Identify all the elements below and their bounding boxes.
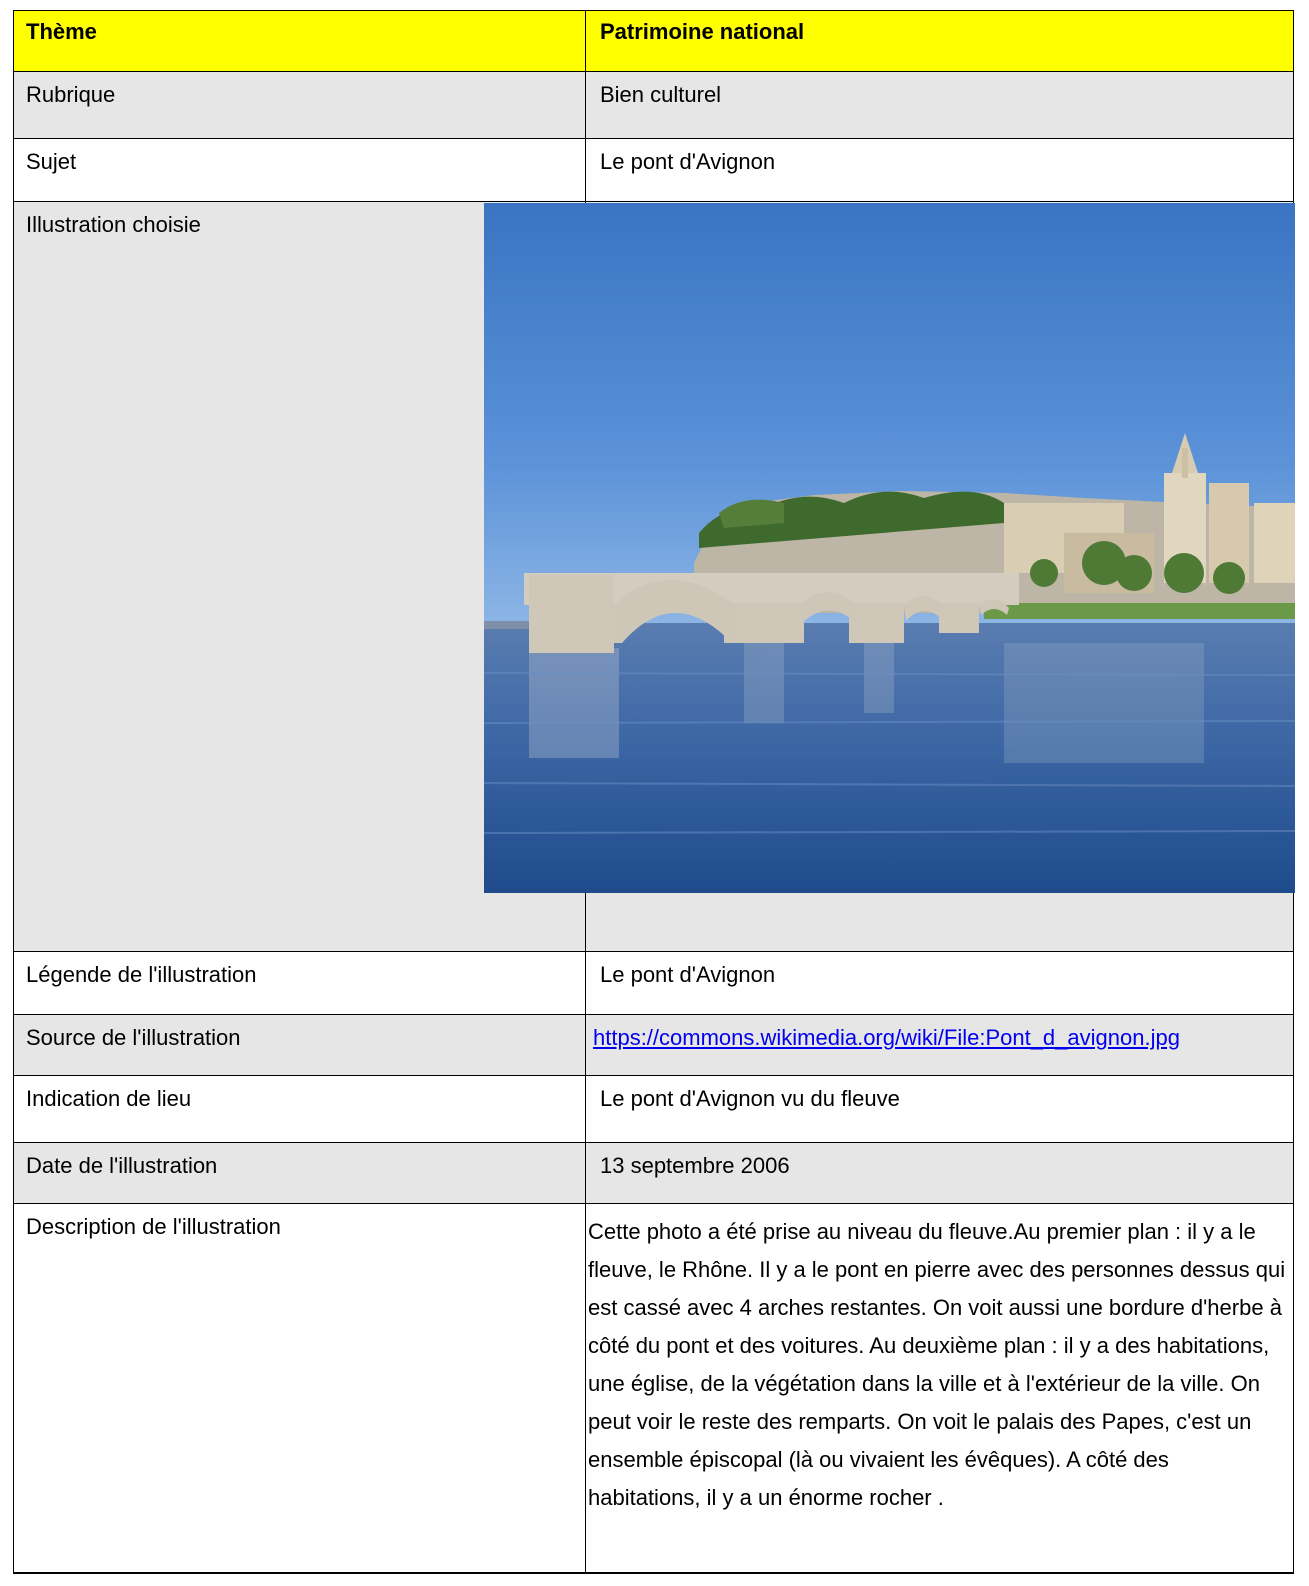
lieu-row: Indication de lieu Le pont d'Avignon vu … xyxy=(14,1076,1293,1143)
theme-row: Thème Patrimoine national xyxy=(14,11,1293,72)
date-value: 13 septembre 2006 xyxy=(586,1143,1293,1203)
lieu-label: Indication de lieu xyxy=(14,1076,586,1142)
source-cell: https://commons.wikimedia.org/wiki/File:… xyxy=(586,1015,1293,1075)
source-label: Source de l'illustration xyxy=(14,1015,586,1075)
sujet-value: Le pont d'Avignon xyxy=(586,139,1293,201)
theme-value: Patrimoine national xyxy=(586,11,1293,71)
legende-label: Légende de l'illustration xyxy=(14,952,586,1014)
rubrique-value: Bien culturel xyxy=(586,72,1293,138)
date-row: Date de l'illustration 13 septembre 2006 xyxy=(14,1143,1293,1204)
lieu-value: Le pont d'Avignon vu du fleuve xyxy=(586,1076,1293,1142)
avignon-bridge-photo xyxy=(484,203,1295,893)
description-label: Description de l'illustration xyxy=(14,1204,586,1572)
legende-value: Le pont d'Avignon xyxy=(586,952,1293,1014)
sujet-label: Sujet xyxy=(14,139,586,201)
description-value: Cette photo a été prise au niveau du fle… xyxy=(586,1204,1293,1572)
source-link[interactable]: https://commons.wikimedia.org/wiki/File:… xyxy=(593,1025,1180,1050)
date-label: Date de l'illustration xyxy=(14,1143,586,1203)
rubrique-label: Rubrique xyxy=(14,72,586,138)
sujet-row: Sujet Le pont d'Avignon xyxy=(14,139,1293,202)
legende-row: Légende de l'illustration Le pont d'Avig… xyxy=(14,952,1293,1015)
source-row: Source de l'illustration https://commons… xyxy=(14,1015,1293,1076)
info-table: Thème Patrimoine national Rubrique Bien … xyxy=(13,10,1295,1574)
rubrique-row: Rubrique Bien culturel xyxy=(14,72,1293,139)
theme-label: Thème xyxy=(14,11,586,71)
description-row: Description de l'illustration Cette phot… xyxy=(14,1204,1293,1573)
